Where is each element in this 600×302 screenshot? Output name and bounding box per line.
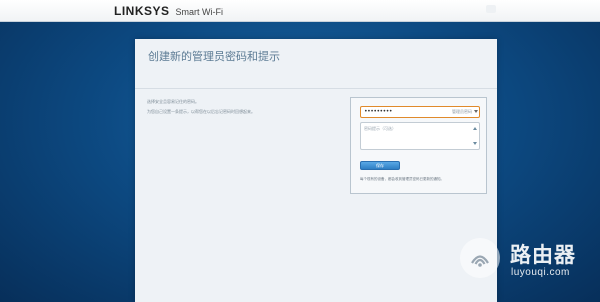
password-panel: 创建新的管理员密码和提示 选择安全且容易记住的密码。 为您自己设置一条提示，以帮… [135, 39, 497, 302]
watermark-title: 路由器 [510, 243, 576, 267]
chevron-down-icon[interactable] [474, 110, 478, 113]
panel-description: 选择安全且容易记住的密码。 为您自己设置一条提示，以帮您在以后忘记密码时回想起来… [147, 97, 337, 117]
scroll-down-icon[interactable] [473, 142, 477, 145]
description-line: 为您自己设置一条提示，以帮您在以后忘记密码时回想起来。 [147, 109, 255, 114]
divider [135, 88, 497, 89]
menu-icon[interactable] [486, 5, 496, 13]
page-title: 创建新的管理员密码和提示 [148, 50, 280, 63]
watermark-url: luyouqi.com [511, 267, 570, 278]
linksys-logo: LINKSYS [114, 4, 170, 18]
update-notice: 每个现有的设备，都会收到管理员密码已更新的通知。 [360, 177, 444, 181]
save-button[interactable]: 保存 [360, 161, 400, 170]
brand-subtitle: Smart Wi-Fi [175, 7, 224, 17]
scroll-up-icon[interactable] [473, 127, 477, 130]
description-line: 选择安全且容易记住的密码。 [147, 99, 199, 104]
hint-placeholder: 密码提示（可选） [364, 126, 396, 131]
watermark: 路由器 luyouqi.com [460, 234, 590, 284]
password-form: ••••••••• 管理员密码 密码提示（可选） 保存 每个现有的设备，都会收到… [350, 97, 487, 194]
password-field-label: 管理员密码 [452, 109, 472, 114]
password-hint-field[interactable]: 密码提示（可选） [360, 122, 480, 150]
top-bar: LINKSYS Smart Wi-Fi [0, 0, 600, 22]
password-field[interactable]: ••••••••• 管理员密码 [360, 106, 480, 118]
password-value: ••••••••• [364, 108, 393, 115]
router-icon [460, 238, 500, 278]
brand: LINKSYS Smart Wi-Fi [114, 4, 223, 18]
